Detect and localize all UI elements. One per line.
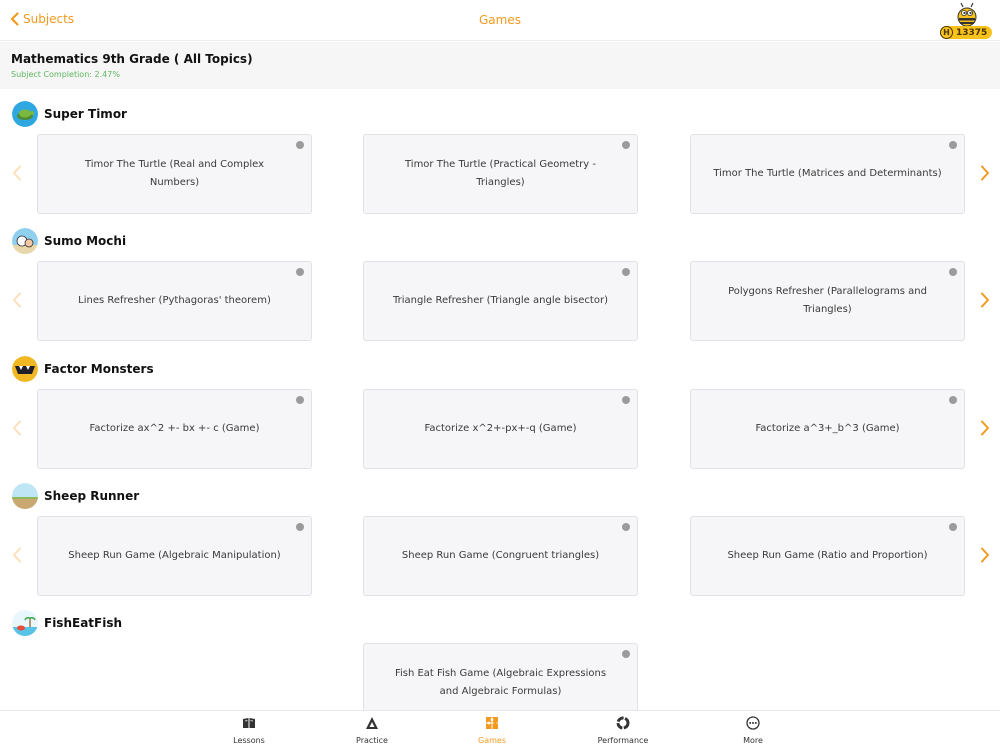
score-badge: H 13375 (940, 26, 993, 39)
subject-completion: Subject Completion: 2.47% (11, 70, 120, 79)
status-dot-icon (296, 396, 304, 404)
game-card[interactable]: Sheep Run Game (Ratio and Proportion) (690, 516, 965, 596)
status-dot-icon (296, 523, 304, 531)
status-dot-icon (296, 141, 304, 149)
chevron-left-icon (13, 420, 21, 436)
section-header: FishEatFish (12, 610, 122, 636)
chevron-left-icon (13, 292, 21, 308)
status-dot-icon (622, 141, 630, 149)
chart-ring-icon (616, 716, 630, 730)
status-dot-icon (622, 396, 630, 404)
carousel-prev-button[interactable] (12, 420, 26, 440)
nav-label: Practice (356, 736, 388, 745)
nav-item-practice[interactable]: Practice (332, 716, 412, 745)
puzzle-icon (486, 717, 498, 729)
nav-item-lessons[interactable]: Lessons (209, 716, 289, 745)
page-title: Games (479, 13, 521, 27)
nav-label: Performance (597, 736, 649, 745)
score-h-icon: H (940, 26, 953, 39)
carousel-next-button[interactable] (980, 292, 994, 312)
section-title: Sheep Runner (44, 489, 140, 503)
sheep-game-icon (12, 483, 38, 509)
game-card[interactable]: Sheep Run Game (Algebraic Manipulation) (37, 516, 312, 596)
game-card[interactable]: Timor The Turtle (Practical Geometry - T… (363, 134, 638, 214)
bottom-nav: Lessons Practice Games Performance More (0, 710, 1000, 750)
game-card-label: Timor The Turtle (Practical Geometry - T… (404, 159, 596, 188)
status-dot-icon (622, 650, 630, 658)
chevron-left-icon (13, 547, 21, 563)
status-dot-icon (949, 523, 957, 531)
carousel-next-button[interactable] (980, 165, 994, 185)
carousel-next-button[interactable] (980, 420, 994, 440)
subject-header: Mathematics 9th Grade ( All Topics) Subj… (0, 42, 1000, 89)
section-title: Factor Monsters (44, 362, 154, 376)
nav-label: Lessons (233, 736, 265, 745)
game-card[interactable]: Factorize a^3+_b^3 (Game) (690, 389, 965, 469)
section-header: Super Timor (12, 101, 127, 127)
game-card-label: Factorize x^2+-px+-q (Game) (424, 423, 577, 434)
section-header: Sumo Mochi (12, 228, 126, 254)
app-window: Subjects Games H 13375 Mathematics 9th G… (0, 0, 1000, 750)
triangle-icon (366, 717, 378, 729)
nav-item-games[interactable]: Games (452, 716, 532, 745)
carousel-prev-button[interactable] (12, 292, 26, 312)
game-card[interactable]: Lines Refresher (Pythagoras' theorem) (37, 261, 312, 341)
carousel-prev-button[interactable] (12, 165, 26, 185)
game-card[interactable]: Timor The Turtle (Real and Complex Numbe… (37, 134, 312, 214)
sumo-game-icon (12, 228, 38, 254)
game-card-label: Timor The Turtle (Matrices and Determina… (713, 168, 942, 179)
game-card-label: Factorize ax^2 +- bx +- c (Game) (89, 423, 260, 434)
game-card-label: Fish Eat Fish Game (Algebraic Expression… (394, 668, 607, 697)
score-value: 13375 (956, 27, 988, 38)
top-bar: Subjects Games H 13375 (0, 0, 1000, 41)
game-card-label: Sheep Run Game (Algebraic Manipulation) (68, 550, 281, 561)
status-dot-icon (296, 268, 304, 276)
carousel-prev-button[interactable] (12, 547, 26, 567)
game-card-label: Triangle Refresher (Triangle angle bisec… (393, 295, 608, 306)
game-card-label: Polygons Refresher (Parallelograms and T… (728, 286, 927, 315)
status-dot-icon (949, 268, 957, 276)
more-dots-icon (746, 716, 760, 730)
status-dot-icon (622, 268, 630, 276)
game-card-label: Timor The Turtle (Real and Complex Numbe… (84, 159, 265, 188)
game-card[interactable]: Fish Eat Fish Game (Algebraic Expression… (363, 643, 638, 715)
game-card-label: Sheep Run Game (Ratio and Proportion) (727, 550, 928, 561)
game-card[interactable]: Timor The Turtle (Matrices and Determina… (690, 134, 965, 214)
book-icon (243, 718, 255, 728)
bee-mascot-icon (957, 3, 977, 27)
status-dot-icon (949, 396, 957, 404)
chevron-right-icon (981, 547, 989, 563)
turtle-game-icon (12, 101, 38, 127)
game-card[interactable]: Polygons Refresher (Parallelograms and T… (690, 261, 965, 341)
section-header: Factor Monsters (12, 356, 154, 382)
section-title: Super Timor (44, 107, 127, 121)
game-card-label: Lines Refresher (Pythagoras' theorem) (78, 295, 271, 306)
game-card-label: Sheep Run Game (Congruent triangles) (401, 550, 600, 561)
nav-label: More (743, 736, 763, 745)
subject-title: Mathematics 9th Grade ( All Topics) (11, 52, 253, 66)
chevron-right-icon (981, 292, 989, 308)
fish-game-icon (12, 610, 38, 636)
status-dot-icon (949, 141, 957, 149)
nav-item-more[interactable]: More (713, 716, 793, 745)
game-card-label: Factorize a^3+_b^3 (Game) (755, 423, 900, 434)
game-card[interactable]: Triangle Refresher (Triangle angle bisec… (363, 261, 638, 341)
carousel-next-button[interactable] (980, 547, 994, 567)
nav-item-performance[interactable]: Performance (583, 716, 663, 745)
score-widget[interactable]: H 13375 (940, 3, 993, 39)
game-card[interactable]: Factorize ax^2 +- bx +- c (Game) (37, 389, 312, 469)
chevron-left-icon (13, 165, 21, 181)
game-card[interactable]: Sheep Run Game (Congruent triangles) (363, 516, 638, 596)
section-title: FishEatFish (44, 616, 123, 630)
chevron-right-icon (981, 165, 989, 181)
chevron-right-icon (981, 420, 989, 436)
status-dot-icon (622, 523, 630, 531)
monster-game-icon (12, 356, 38, 382)
section-title: Sumo Mochi (44, 234, 127, 248)
nav-label: Games (478, 736, 506, 745)
game-card[interactable]: Factorize x^2+-px+-q (Game) (363, 389, 638, 469)
section-header: Sheep Runner (12, 483, 139, 509)
